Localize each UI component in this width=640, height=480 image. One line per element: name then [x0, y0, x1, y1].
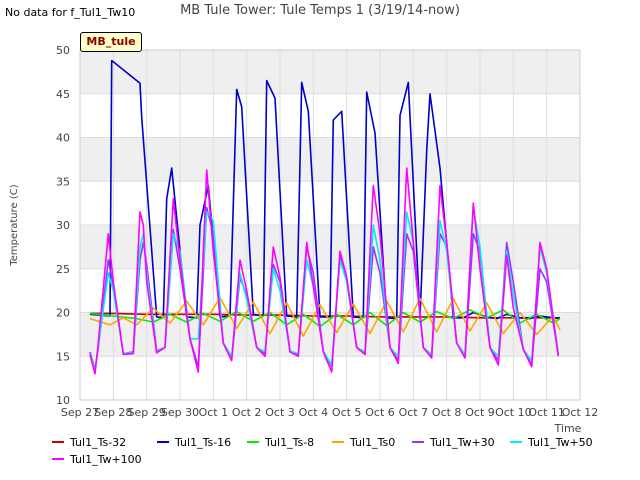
- y-tick-label: 45: [56, 88, 70, 101]
- legend-item: Tul1_Ts-8: [247, 436, 314, 449]
- legend-item: Tul1_Tw+30: [412, 436, 495, 449]
- y-tick-label: 15: [56, 350, 70, 363]
- legend-label: Tul1_Tw+50: [528, 436, 593, 449]
- legend-label: Tul1_Ts-32: [70, 436, 127, 449]
- site-label-box: MB_tule: [80, 32, 142, 52]
- x-tick-label: Oct 12: [562, 406, 599, 419]
- y-tick-label: 30: [56, 219, 70, 232]
- legend-label: Tul1_Tw+30: [430, 436, 495, 449]
- legend-swatch: [412, 441, 424, 443]
- x-tick-label: Oct 8: [432, 406, 462, 419]
- legend-swatch: [52, 441, 64, 443]
- x-tick-label: Oct 6: [365, 406, 395, 419]
- plot-band: [80, 50, 580, 94]
- y-tick-label: 50: [56, 44, 70, 57]
- x-axis-label: Time: [554, 422, 582, 435]
- y-axis-ticks: 101520253035404550: [56, 44, 70, 407]
- plot-band: [80, 137, 580, 182]
- series-line-Tul1_Ts-16: [89, 59, 561, 320]
- y-tick-label: 25: [56, 263, 70, 276]
- legend-item: Tul1_Tw+50: [510, 436, 593, 449]
- line-chart: 101520253035404550 Sep 27Sep 28Sep 29Sep…: [9, 44, 598, 435]
- x-tick-label: Oct 4: [299, 406, 329, 419]
- x-tick-label: Oct 11: [528, 406, 565, 419]
- y-axis-label: Temperature (C): [9, 184, 20, 266]
- legend-label: Tul1_Ts0: [350, 436, 396, 449]
- legend-label: Tul1_Ts-16: [175, 436, 232, 449]
- chart-title: MB Tule Tower: Tule Temps 1 (3/19/14-now…: [180, 3, 460, 18]
- legend-swatch: [332, 441, 344, 443]
- y-tick-label: 40: [56, 132, 70, 145]
- legend-item: Tul1_Ts-32: [52, 436, 126, 449]
- x-tick-label: Oct 1: [199, 406, 229, 419]
- legend-swatch: [157, 441, 169, 443]
- x-tick-label: Sep 30: [161, 406, 199, 419]
- legend-item: Tul1_Ts0: [332, 436, 395, 449]
- legend-swatch: [52, 458, 64, 460]
- legend-label: Tul1_Tw+100: [70, 453, 142, 466]
- y-tick-label: 20: [56, 307, 70, 320]
- x-tick-label: Oct 3: [265, 406, 295, 419]
- y-tick-label: 35: [56, 175, 70, 188]
- legend-item: Tul1_Ts-16: [157, 436, 231, 449]
- x-axis-ticks: Sep 27Sep 28Sep 29Sep 30 Oct 1 Oct 2 Oct 3O…: [61, 406, 598, 419]
- legend-label: Tul1_Ts-8: [265, 436, 315, 449]
- x-tick-label: Oct 2: [232, 406, 262, 419]
- x-tick-label: Oct 9: [465, 406, 495, 419]
- x-tick-label: Oct 7: [399, 406, 429, 419]
- x-tick-label: Oct 5: [332, 406, 362, 419]
- legend-item: Tul1_Tw+100: [52, 453, 142, 466]
- legend-swatch: [247, 441, 259, 443]
- x-tick-label: Oct 10: [495, 406, 532, 419]
- legend-swatch: [510, 441, 522, 443]
